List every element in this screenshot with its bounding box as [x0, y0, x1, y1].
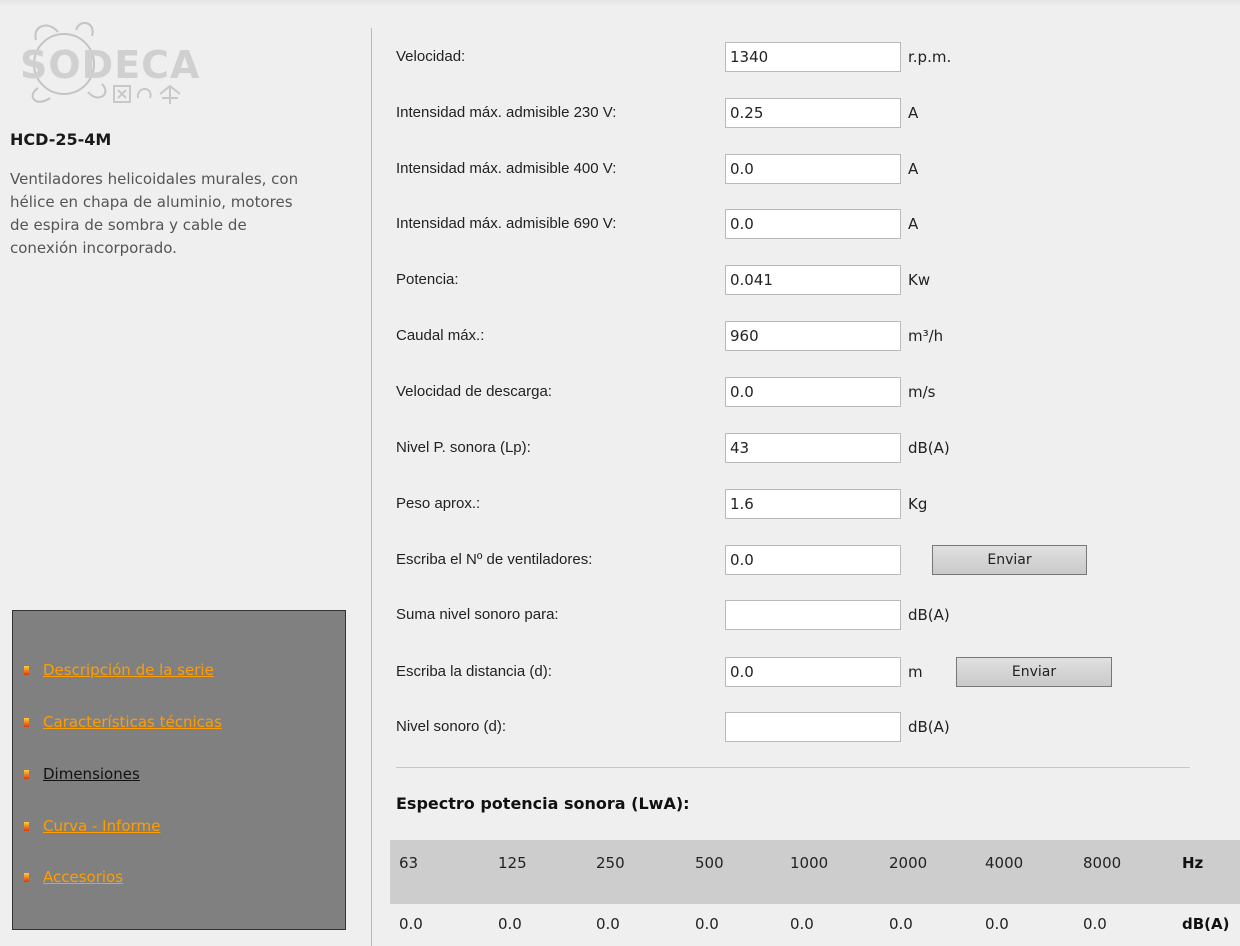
- menu-item-0[interactable]: Descripción de la serie: [24, 661, 214, 679]
- value-field[interactable]: [725, 209, 901, 239]
- spectrum-value-cell: 0.0: [596, 915, 620, 933]
- field-label: Peso aprox.:: [396, 495, 481, 512]
- unit-label: m: [908, 663, 923, 681]
- frequency-cell: 250: [596, 854, 625, 872]
- spectrum-title: Espectro potencia sonora (LwA):: [396, 794, 690, 813]
- unit-label: Kg: [908, 495, 928, 513]
- value-field[interactable]: [725, 657, 901, 687]
- bullet-icon: [24, 873, 29, 882]
- value-field[interactable]: [725, 98, 901, 128]
- spectrum-value-cell: 0.0: [399, 915, 423, 933]
- menu-item-1[interactable]: Características técnicas: [24, 713, 222, 731]
- bullet-icon: [24, 666, 29, 675]
- frequency-cell: 500: [695, 854, 724, 872]
- column-divider: [371, 28, 372, 946]
- field-label: Velocidad de descarga:: [396, 383, 552, 400]
- menu-link[interactable]: Dimensiones: [43, 765, 140, 783]
- menu-item-3[interactable]: Curva - Informe: [24, 817, 160, 835]
- menu-link[interactable]: Curva - Informe: [43, 817, 160, 835]
- frequency-cell: 63: [399, 854, 419, 872]
- field-label: Nivel sonoro (d):: [396, 718, 507, 735]
- bullet-icon: [24, 822, 29, 831]
- menu-item-2[interactable]: Dimensiones: [24, 765, 140, 783]
- unit-label: dB(A): [908, 606, 950, 624]
- frequency-cell: 2000: [889, 854, 928, 872]
- section-divider: [396, 767, 1190, 768]
- unit-label: r.p.m.: [908, 48, 952, 66]
- unit-label: Kw: [908, 271, 931, 289]
- value-unit: dB(A): [1182, 915, 1230, 933]
- spectrum-value-cell: 0.0: [889, 915, 913, 933]
- unit-label: dB(A): [908, 718, 950, 736]
- value-field[interactable]: [725, 600, 901, 630]
- unit-label: A: [908, 160, 919, 178]
- field-label: Escriba la distancia (d):: [396, 663, 552, 680]
- menu-link[interactable]: Características técnicas: [43, 713, 222, 731]
- unit-label: m/s: [908, 383, 936, 401]
- menu-item-4[interactable]: Accesorios: [24, 868, 123, 886]
- spectrum-value-cell: 0.0: [790, 915, 814, 933]
- menu-link[interactable]: Descripción de la serie: [43, 661, 214, 679]
- enviar-button[interactable]: Enviar: [932, 545, 1087, 575]
- sidebar: SODECA HCD-25-4M Ventiladores helicoidal…: [0, 0, 372, 946]
- svg-text:SODECA: SODECA: [20, 43, 200, 87]
- spectrum-value-cell: 0.0: [695, 915, 719, 933]
- unit-label: dB(A): [908, 439, 950, 457]
- field-label: Intensidad máx. admisible 400 V:: [396, 160, 617, 177]
- spectrum-value-cell: 0.0: [1083, 915, 1107, 933]
- field-label: Velocidad:: [396, 48, 466, 65]
- value-field[interactable]: [725, 377, 901, 407]
- field-label: Intensidad máx. admisible 690 V:: [396, 215, 617, 232]
- spectrum-value-cell: 0.0: [985, 915, 1009, 933]
- value-field[interactable]: [725, 545, 901, 575]
- value-field[interactable]: [725, 154, 901, 184]
- spectrum-value-cell: 0.0: [498, 915, 522, 933]
- field-label: Escriba el Nº de ventiladores:: [396, 551, 593, 568]
- frequency-cell: 1000: [790, 854, 829, 872]
- value-field[interactable]: [725, 489, 901, 519]
- field-label: Intensidad máx. admisible 230 V:: [396, 104, 617, 121]
- value-field[interactable]: [725, 433, 901, 463]
- field-label: Nivel P. sonora (Lp):: [396, 439, 531, 456]
- sodeca-logo: SODECA: [20, 21, 200, 104]
- unit-label: m³/h: [908, 327, 944, 345]
- product-code: HCD-25-4M: [10, 130, 112, 149]
- field-label: Suma nivel sonoro para:: [396, 606, 559, 623]
- frequency-cell: 125: [498, 854, 527, 872]
- value-field[interactable]: [725, 712, 901, 742]
- menu-link[interactable]: Accesorios: [43, 868, 123, 886]
- unit-label: A: [908, 104, 919, 122]
- bullet-icon: [24, 718, 29, 727]
- value-field[interactable]: [725, 42, 901, 72]
- bullet-icon: [24, 770, 29, 779]
- value-field[interactable]: [725, 321, 901, 351]
- enviar-button[interactable]: Enviar: [956, 657, 1112, 687]
- unit-label: A: [908, 215, 919, 233]
- value-field[interactable]: [725, 265, 901, 295]
- product-description: Ventiladores helicoidales murales, con h…: [10, 170, 299, 257]
- frequency-cell: 8000: [1083, 854, 1122, 872]
- frequency-cell: 4000: [985, 854, 1024, 872]
- frequency-unit: Hz: [1182, 854, 1204, 872]
- field-label: Caudal máx.:: [396, 327, 485, 344]
- field-label: Potencia:: [396, 271, 459, 288]
